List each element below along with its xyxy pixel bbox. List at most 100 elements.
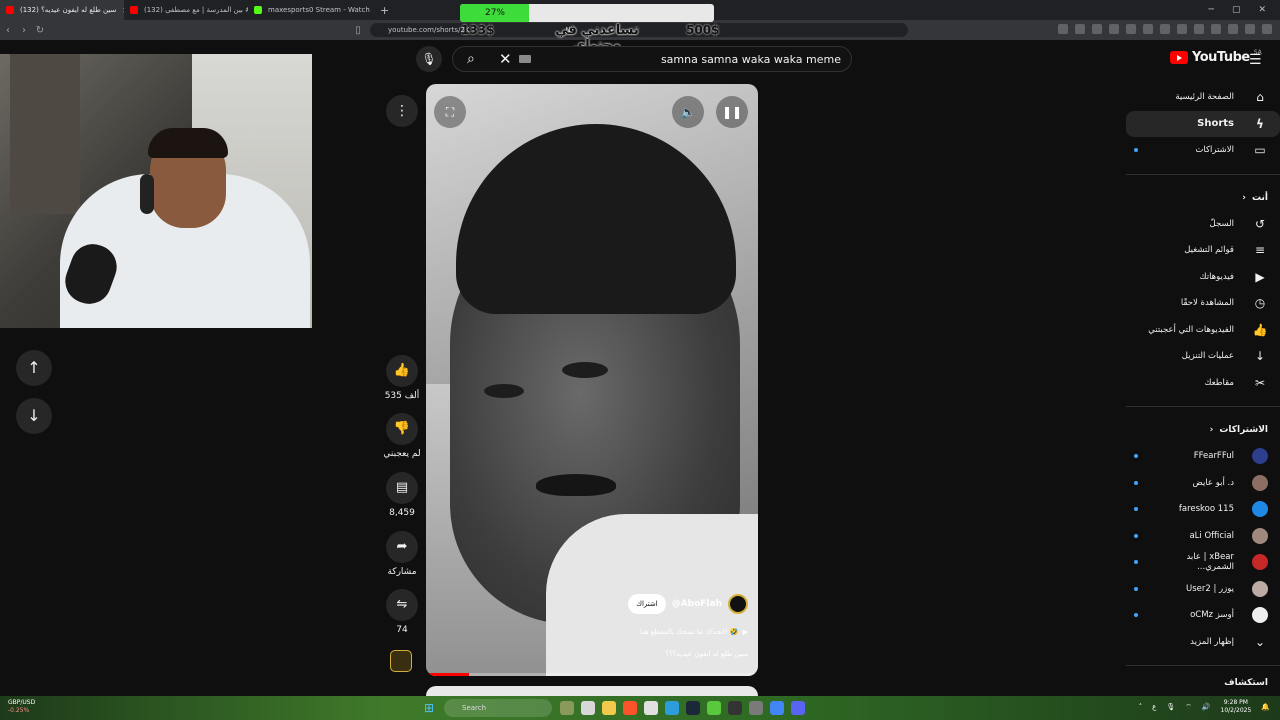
bookmark-icon[interactable]: ▯ — [350, 25, 366, 36]
reload-icon[interactable]: ↻ — [32, 25, 48, 36]
stock-ticker-widget[interactable]: GBP/USD -0.25% — [8, 699, 35, 715]
obs-icon[interactable] — [749, 701, 763, 715]
sidebar-item[interactable]: ↓ عمليات التنزيل — [1126, 343, 1280, 370]
sidebar-subscriptions-heading[interactable]: الاشتراكات ‹ — [1126, 417, 1280, 443]
channel-handle[interactable]: @AboFlah — [672, 599, 722, 609]
input-language[interactable]: ع — [1152, 703, 1156, 711]
extension-icon[interactable] — [1109, 24, 1119, 34]
subscription-item[interactable]: 115 fareskoo — [1126, 496, 1280, 523]
hamburger-menu-icon[interactable]: ☰ — [1249, 52, 1262, 68]
taskbar-search[interactable]: Search — [444, 699, 552, 717]
more-options-button[interactable]: ⋮ — [386, 95, 418, 127]
sidebar-item[interactable]: ▭ الاشتراكات — [1126, 137, 1280, 164]
subscription-item[interactable]: aLi Official — [1126, 523, 1280, 550]
show-more-button[interactable]: ⌄ إظهار المزيد — [1126, 629, 1280, 656]
sidebar-item[interactable]: ≡ قوائم التشغيل — [1126, 237, 1280, 264]
chrome-icon[interactable] — [770, 701, 784, 715]
minecraft-icon[interactable] — [707, 701, 721, 715]
extension-icon[interactable] — [1058, 24, 1068, 34]
discord-icon[interactable] — [791, 701, 805, 715]
youtube-logo[interactable]: YouTube SA — [1170, 49, 1262, 65]
next-short-button[interactable]: ↓ — [16, 398, 52, 434]
extension-icon[interactable] — [1075, 24, 1085, 34]
search-icon[interactable]: ⌕ — [467, 51, 475, 67]
clear-search-icon[interactable]: ✕ — [499, 50, 512, 68]
extension-icon[interactable] — [1143, 24, 1153, 34]
like-button[interactable]: 👍 — [386, 355, 418, 387]
extension-icon[interactable] — [1194, 24, 1204, 34]
task-view-icon[interactable] — [581, 701, 595, 715]
sidebar-item[interactable]: ϟ Shorts — [1126, 110, 1280, 137]
extension-icon[interactable] — [1262, 24, 1272, 34]
keyboard-icon[interactable] — [519, 55, 531, 63]
ticker-symbol: GBP/USD — [8, 699, 36, 706]
search-box[interactable]: ⌕ ✕ — [452, 46, 852, 72]
share-button[interactable]: ➦ — [386, 531, 418, 563]
browser-tab[interactable]: maxesports0 Stream - Watch Live on✕ — [248, 0, 372, 20]
subscription-item[interactable]: د. أبو عايض — [1126, 470, 1280, 497]
forward-icon[interactable]: › — [16, 25, 32, 36]
short-video-player[interactable]: ⛶ 🔈 ❚❚ اشتراك @AboFlah اتحداك ما تضحك با… — [426, 84, 758, 676]
comments-button[interactable]: ▤ — [386, 472, 418, 504]
subscribe-button[interactable]: اشتراك — [628, 594, 666, 614]
extension-icon[interactable] — [1211, 24, 1221, 34]
short-description[interactable]: اتحداك ما تضحك بالمقطع هذا! 🤣 ▶ — [639, 628, 748, 636]
play-description-icon: ▶ — [742, 628, 748, 636]
extension-icon[interactable] — [1092, 24, 1102, 34]
minimize-icon[interactable]: ─ — [1209, 5, 1214, 15]
sound-avatar[interactable] — [390, 650, 412, 672]
extension-icon[interactable] — [1177, 24, 1187, 34]
browser-tab[interactable]: (132) سين طلع له ايفون عيديه؟✕ — [0, 0, 124, 20]
extension-icon[interactable] — [1228, 24, 1238, 34]
sidebar-you-heading[interactable]: أنت ‹ — [1126, 185, 1280, 211]
microphone-tray-icon[interactable]: 🎙 — [1166, 703, 1175, 711]
subscription-item[interactable]: xBear | عابد الشمري... — [1126, 549, 1280, 576]
new-tab-button[interactable]: + — [372, 4, 397, 17]
widget-icon[interactable] — [560, 701, 574, 715]
subscription-item[interactable]: أوسز oCMz — [1126, 602, 1280, 629]
sidebar-item[interactable]: ⌂ الصفحة الرئيسية — [1126, 84, 1280, 111]
pause-icon[interactable]: ❚❚ — [716, 96, 748, 128]
search-input[interactable] — [541, 53, 841, 66]
file-explorer-icon[interactable] — [602, 701, 616, 715]
notepad-icon[interactable] — [644, 701, 658, 715]
network-icon[interactable]: ⌔ — [1185, 703, 1192, 712]
tray-chevron-icon[interactable]: ˄ — [1139, 703, 1143, 711]
more-vert-icon: ⋮ — [395, 103, 409, 119]
short-title[interactable]: سين طلع له ايفون عيديه؟؟؟ — [665, 650, 748, 658]
dislike-button[interactable]: 👎 — [386, 413, 418, 445]
back-icon[interactable]: ‹ — [0, 25, 16, 36]
volume-tray-icon[interactable]: 🔊 — [1202, 703, 1211, 711]
extension-icon[interactable] — [1126, 24, 1136, 34]
subscription-item[interactable]: يوزر | User2 — [1126, 576, 1280, 603]
downloads-icon: ↓ — [1254, 349, 1266, 364]
edge-icon[interactable] — [665, 701, 679, 715]
volume-icon[interactable]: 🔈 — [672, 96, 704, 128]
shorts-icon: ϟ — [1256, 116, 1264, 131]
maximize-icon[interactable]: ▢ — [1232, 5, 1241, 15]
windows-start-icon[interactable]: ⊞ — [424, 701, 438, 715]
extension-icon[interactable] — [1245, 24, 1255, 34]
sidebar-item[interactable]: ◷ المشاهدة لاحقًا — [1126, 290, 1280, 317]
sidebar-item-label: قوائم التشغيل — [1184, 245, 1234, 256]
notifications-icon[interactable]: 🔔 — [1261, 703, 1270, 711]
history-icon: ↺ — [1254, 216, 1266, 231]
remix-button[interactable]: ⇋ — [386, 589, 418, 621]
fullscreen-icon[interactable]: ⛶ — [434, 96, 466, 128]
previous-short-button[interactable]: ↑ — [16, 350, 52, 386]
taskbar-clock[interactable]: 9:28 PM 10/2/2025 — [1221, 699, 1252, 715]
close-window-icon[interactable]: ✕ — [1258, 5, 1266, 15]
channel-avatar[interactable] — [728, 594, 748, 614]
extension-icon[interactable] — [1160, 24, 1170, 34]
brave-browser-icon[interactable] — [623, 701, 637, 715]
subscription-item[interactable]: FFearFFul — [1126, 443, 1280, 470]
terminal-icon[interactable] — [728, 701, 742, 715]
steam-icon[interactable] — [686, 701, 700, 715]
sidebar-item[interactable]: ▶ فيديوهاتك — [1126, 264, 1280, 291]
sidebar-item[interactable]: ↺ السجلّ — [1126, 211, 1280, 238]
playback-progress-bar[interactable] — [426, 673, 758, 676]
sidebar-item[interactable]: 👍 الفيديوهات التي أعجبتني — [1126, 317, 1280, 344]
sidebar-item[interactable]: ✂ مقاطعك — [1126, 370, 1280, 397]
voice-search-button[interactable]: 🎙 — [416, 46, 442, 72]
browser-tab[interactable]: (132) بين المدرسة | مع مصطفى ##✕ — [124, 0, 248, 20]
